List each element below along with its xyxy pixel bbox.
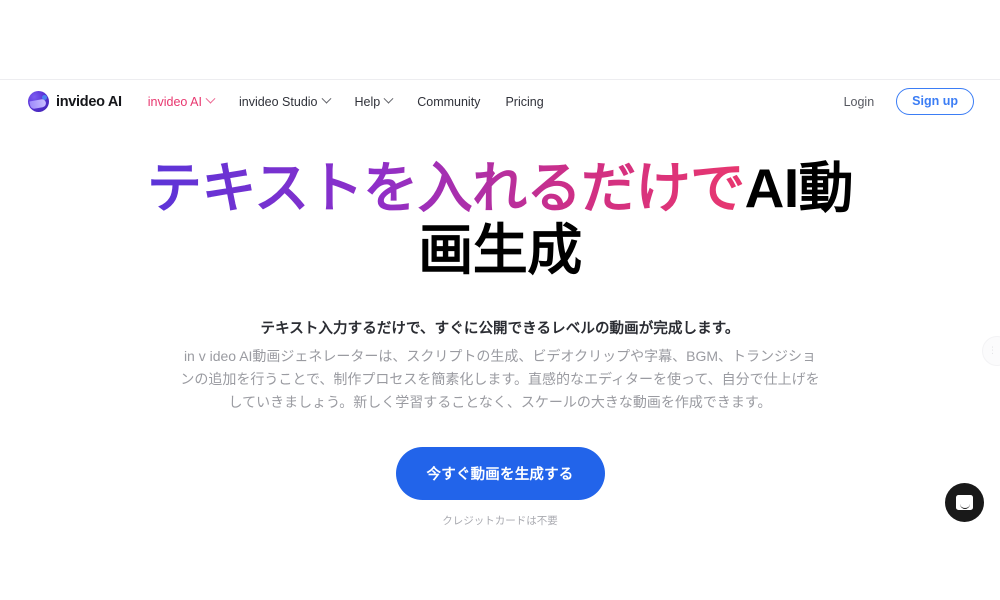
chevron-down-icon — [383, 93, 394, 104]
chat-widget-button[interactable] — [945, 483, 984, 522]
nav-label: invideo Studio — [238, 94, 318, 109]
login-link[interactable]: Login — [844, 95, 875, 109]
chevron-down-icon — [205, 93, 216, 104]
page-root: invideo AI invideo AI invideo Studio Hel… — [0, 0, 1000, 600]
generate-video-button[interactable]: 今すぐ動画を生成する — [395, 447, 605, 501]
site-header: invideo AI invideo AI invideo Studio Hel… — [0, 79, 1000, 123]
brand-name: invideo AI — [56, 93, 122, 110]
headline-black-part-2: 画生成 — [418, 218, 582, 281]
chat-bubble-icon — [956, 495, 973, 510]
cta-container: 今すぐ動画を生成する クレジットカードは不要 — [0, 447, 1000, 528]
browser-top-band — [0, 0, 1000, 79]
nav-item-community[interactable]: Community — [417, 95, 480, 109]
headline-gradient-part: テキストを入れるだけで — [146, 157, 745, 219]
hero-subheading: テキスト入力するだけで、すぐに公開できるレベルの動画が完成します。 — [260, 321, 740, 338]
header-actions: Login Sign up — [844, 88, 974, 115]
nav-item-invideo-ai[interactable]: invideo AI — [147, 93, 216, 109]
brand-logo[interactable]: invideo AI — [28, 91, 122, 112]
nav-label: Pricing — [505, 94, 544, 109]
nav-item-help[interactable]: Help — [354, 93, 394, 109]
signup-button[interactable]: Sign up — [896, 88, 974, 115]
nav-item-pricing[interactable]: Pricing — [505, 95, 543, 109]
hero-section: テキストを入れるだけでAI動 画生成 テキスト入力するだけで、すぐに公開できるレ… — [0, 123, 1000, 528]
hero-description: in v ideo AI動画ジェネレーターは、スクリプトの生成、ビデオクリップや… — [180, 348, 820, 410]
nav-item-invideo-studio[interactable]: invideo Studio — [238, 93, 331, 109]
nav-label: Help — [354, 94, 381, 109]
page-title: テキストを入れるだけでAI動 画生成 — [0, 157, 1000, 281]
nav-label: Community — [417, 94, 481, 109]
chevron-down-icon — [321, 93, 331, 104]
nav-label: invideo AI — [147, 94, 202, 109]
invideo-logo-icon — [28, 91, 49, 112]
primary-nav: invideo AI invideo Studio Help Community… — [147, 93, 544, 109]
headline-black-part-1: AI動 — [744, 157, 854, 219]
drag-handle-icon: ⋮⋮ — [988, 345, 1000, 356]
cta-note: クレジットカードは不要 — [442, 515, 558, 528]
